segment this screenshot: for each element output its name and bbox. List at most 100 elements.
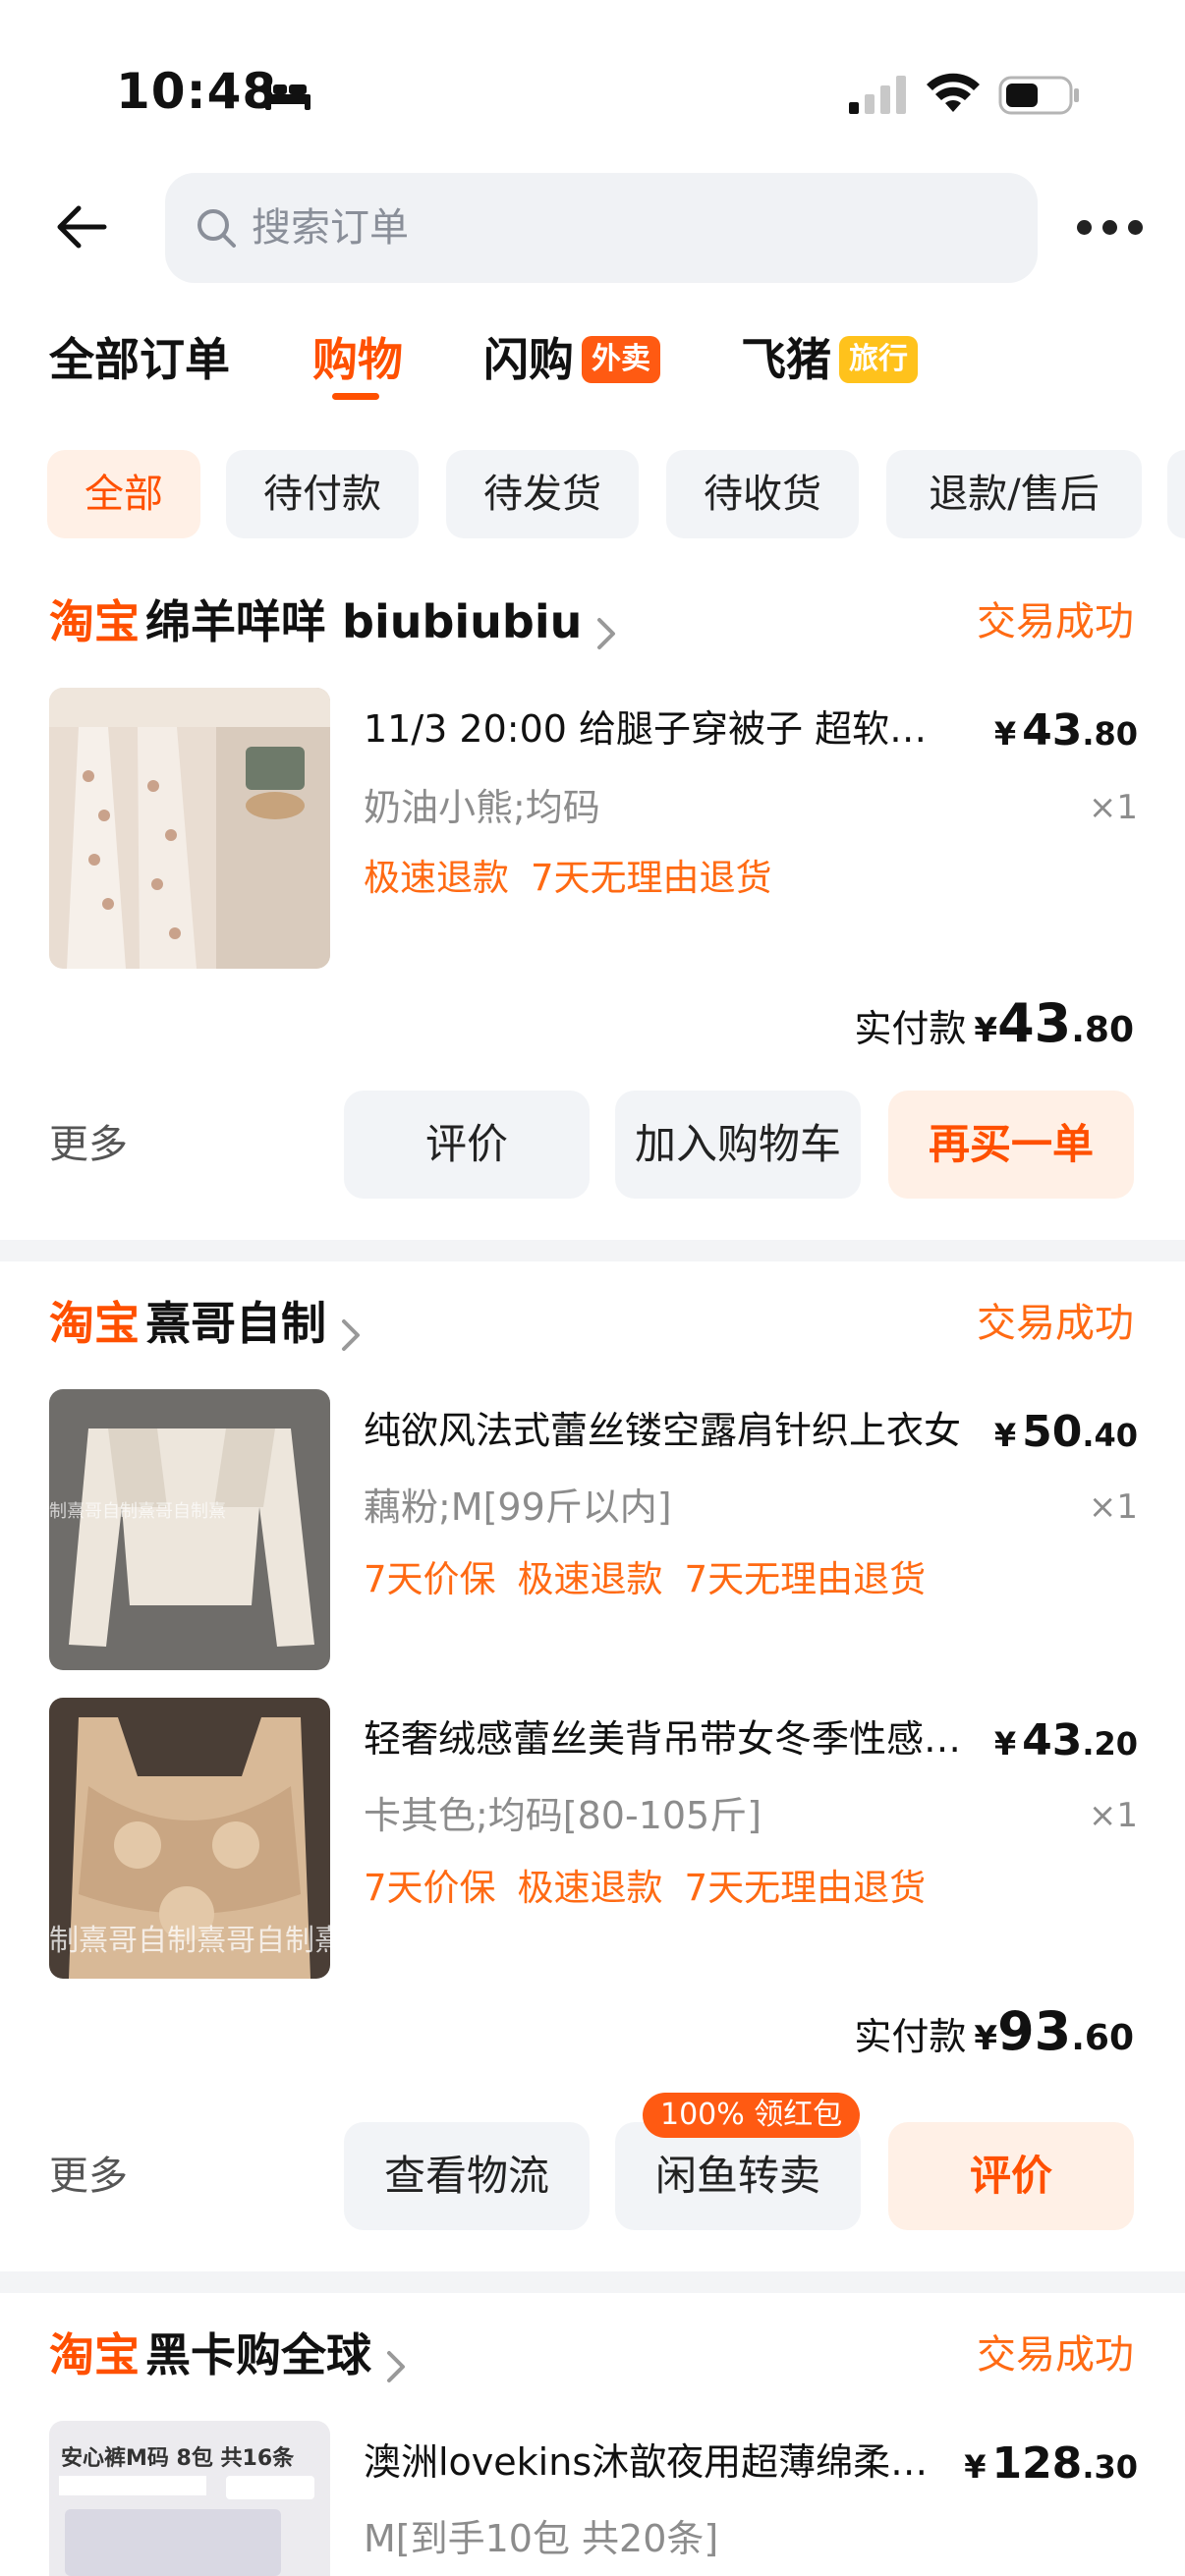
price-decimal: .20: [1082, 1725, 1138, 1763]
back-arrow-icon: [57, 205, 107, 249]
product-image[interactable]: 制熹哥自制熹哥自制熹: [49, 1389, 330, 1670]
product-price: ¥50.40: [993, 1407, 1138, 1457]
order-divider: [0, 2271, 1185, 2293]
paid-label: 实付款: [854, 2015, 967, 2058]
filter-chip-pending-shipment[interactable]: 待发货: [446, 450, 639, 538]
tab-all-orders[interactable]: 全部订单: [49, 324, 230, 395]
paid-label: 实付款: [854, 1007, 967, 1050]
product-spec: M[到手10包 共20条]: [364, 2517, 719, 2560]
paid-integer: 43: [997, 992, 1072, 1054]
review-button[interactable]: 评价: [888, 2122, 1134, 2230]
product-quantity: ×1: [1088, 788, 1138, 827]
shop-header[interactable]: 淘宝 熹哥自制: [49, 1291, 366, 1356]
status-time: 10:48: [116, 63, 278, 120]
service-tag: 极速退款: [517, 1558, 663, 1600]
red-packet-promo-badge: 100% 领红包: [643, 2093, 861, 2138]
xianyu-resell-button[interactable]: 闲鱼转卖: [615, 2122, 861, 2230]
product-spec: 藕粉;M[99斤以内]: [364, 1485, 672, 1529]
service-tags: 7天价保 极速退款 7天无理由退货: [364, 1861, 947, 1916]
travel-badge: 旅行: [839, 336, 918, 383]
active-tab-indicator: [332, 393, 379, 400]
filter-chip-overflow[interactable]: [1167, 450, 1185, 538]
shop-name: 熹哥自制: [145, 1297, 326, 1350]
service-tag: 7天无理由退货: [684, 1558, 927, 1600]
chevron-right-icon: [597, 617, 616, 649]
taobao-logo: 淘宝: [49, 595, 140, 648]
filter-chip-refund[interactable]: 退款/售后: [886, 450, 1142, 538]
service-tags: 极速退款 7天无理由退货: [364, 851, 794, 906]
chevron-right-icon: [342, 1318, 360, 1351]
product-title[interactable]: 澳洲lovekins沐歆夜用超薄绵柔安心裤: [364, 2435, 963, 2490]
more-link[interactable]: 更多: [49, 1091, 128, 1199]
tab-fliggy[interactable]: 飞猪: [741, 324, 831, 395]
price-integer: 43: [1022, 705, 1083, 756]
filter-chip-pending-receipt[interactable]: 待收货: [666, 450, 859, 538]
service-tag: 7天价保: [364, 1558, 496, 1600]
service-tag: 极速退款: [364, 857, 509, 899]
service-tag: 极速退款: [517, 1867, 663, 1909]
shop-header[interactable]: 淘宝 绵羊咩咩 biubiubiu: [49, 589, 621, 654]
filter-chip-all[interactable]: 全部: [47, 450, 200, 538]
shop-name: 黑卡购全球: [145, 2328, 371, 2381]
search-input[interactable]: 搜索订单: [165, 173, 1038, 283]
buy-again-button[interactable]: 再买一单: [888, 1091, 1134, 1199]
service-tags: 7天价保 极速退款 7天无理由退货: [364, 1552, 947, 1607]
paid-amount: 实付款 ¥93.60: [854, 2000, 1134, 2062]
status-bar: 10:48: [0, 0, 1185, 167]
order-status: 交易成功: [977, 599, 1134, 644]
wifi-icon: [927, 73, 980, 112]
search-placeholder: 搜索订单: [252, 205, 409, 251]
product-image[interactable]: 安心裤M码 8包 共16条: [49, 2421, 330, 2576]
cellular-signal-icon: [849, 76, 906, 114]
order-status: 交易成功: [977, 1301, 1134, 1346]
taobao-logo: 淘宝: [49, 1297, 140, 1350]
product-title[interactable]: 轻奢绒感蕾丝美背吊带女冬季性感打底: [364, 1711, 963, 1766]
paid-integer: 93: [997, 2000, 1072, 2062]
search-icon: [198, 209, 236, 248]
product-image[interactable]: [49, 688, 330, 969]
product-spec: 奶油小熊;均码: [364, 786, 600, 829]
price-decimal: .30: [1082, 2448, 1138, 2486]
product-quantity: ×1: [1088, 1796, 1138, 1835]
product-image[interactable]: 制熹哥自制熹哥自制熹: [49, 1698, 330, 1979]
back-button[interactable]: [51, 196, 112, 257]
add-to-cart-button[interactable]: 加入购物车: [615, 1091, 861, 1199]
product-price: ¥128.30: [964, 2438, 1138, 2489]
price-decimal: .40: [1082, 1417, 1138, 1454]
view-logistics-button[interactable]: 查看物流: [344, 2122, 590, 2230]
watermark-text: 制熹哥自制熹哥自制熹: [49, 1924, 330, 1958]
review-button[interactable]: 评价: [344, 1091, 590, 1199]
product-price: ¥43.20: [993, 1715, 1138, 1765]
taobao-logo: 淘宝: [49, 2328, 140, 2381]
service-tag: 7天无理由退货: [531, 857, 772, 899]
filter-chip-pending-payment[interactable]: 待付款: [226, 450, 419, 538]
shop-header[interactable]: 淘宝 黑卡购全球: [49, 2323, 411, 2387]
paid-amount: 实付款 ¥43.80: [854, 992, 1134, 1054]
paid-decimal: .80: [1071, 1010, 1134, 1050]
product-spec: 卡其色;均码[80-105斤]: [364, 1794, 762, 1837]
price-integer: 50: [1022, 1407, 1083, 1457]
product-quantity: ×1: [1088, 1487, 1138, 1527]
tab-flash-buy[interactable]: 闪购: [483, 324, 574, 395]
more-options-button[interactable]: [1077, 202, 1146, 252]
waimai-badge: 外卖: [582, 336, 660, 383]
product-title[interactable]: 纯欲风法式蕾丝镂空露肩针织上衣女: [364, 1403, 963, 1458]
shop-name: 绵羊咩咩 biubiubiu: [145, 595, 583, 648]
thumbnail-text: 安心裤M码 8包 共16条: [61, 2446, 295, 2471]
chevron-right-icon: [387, 2350, 405, 2382]
order-status: 交易成功: [977, 2332, 1134, 2378]
price-decimal: .80: [1082, 715, 1138, 753]
tab-shopping[interactable]: 购物: [312, 324, 403, 395]
watermark-text: 制熹哥自制熹哥自制熹: [49, 1501, 226, 1522]
more-link[interactable]: 更多: [49, 2122, 128, 2230]
price-integer: 43: [1022, 1715, 1083, 1765]
price-integer: 128: [991, 2438, 1083, 2489]
service-tag: 7天价保: [364, 1867, 496, 1909]
paid-decimal: .60: [1071, 2018, 1134, 2058]
battery-icon: [998, 76, 1079, 115]
service-tag: 7天无理由退货: [684, 1867, 927, 1909]
product-price: ¥43.80: [993, 705, 1138, 756]
order-divider: [0, 1240, 1185, 1261]
sleep-mode-icon: [265, 81, 310, 110]
product-title[interactable]: 11/3 20:00 给腿子穿被子 超软睡裤: [364, 701, 963, 756]
